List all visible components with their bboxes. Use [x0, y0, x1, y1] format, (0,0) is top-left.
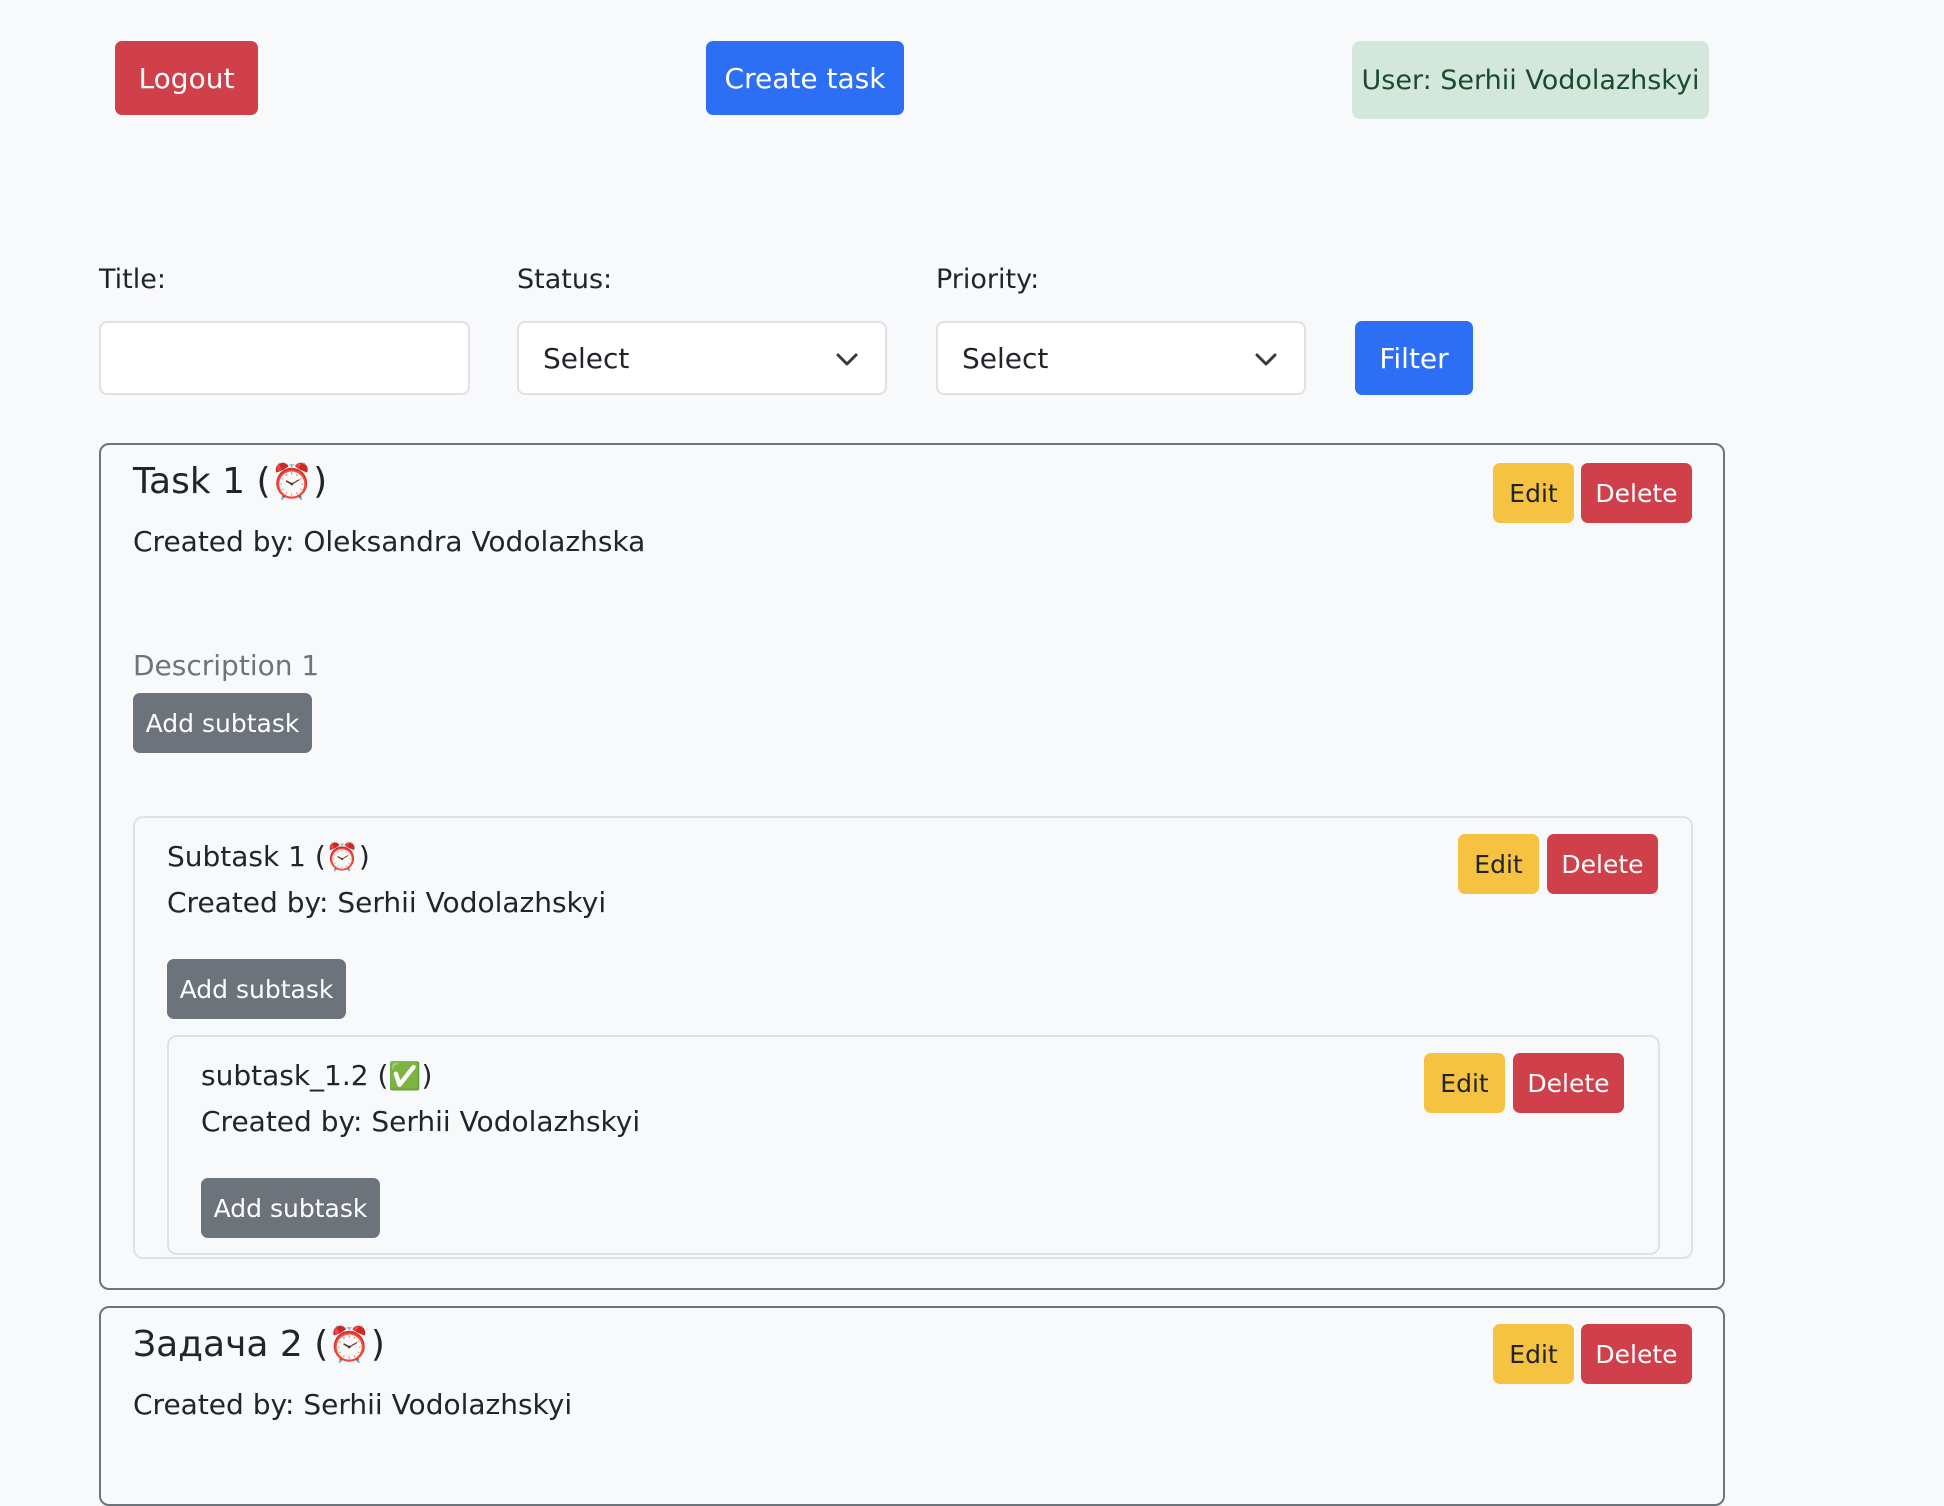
chevron-down-icon [1255, 353, 1277, 366]
priority-filter-select[interactable]: Select [936, 321, 1306, 395]
subtask-created-by: Created by: Serhii Vodolazhskyi [201, 1105, 641, 1138]
delete-button[interactable]: Delete [1581, 463, 1692, 523]
task-created-by: Created by: Oleksandra Vodolazhska [133, 525, 646, 558]
task-created-by: Created by: Serhii Vodolazhskyi [133, 1388, 573, 1421]
create-task-button[interactable]: Create task [706, 41, 904, 115]
edit-button[interactable]: Edit [1493, 463, 1574, 523]
subtask-title: subtask_1.2 (✅) [201, 1059, 433, 1092]
status-filter-label: Status: [517, 264, 613, 295]
filter-button[interactable]: Filter [1355, 321, 1473, 395]
subtask-card: subtask_1.2 (✅) Edit Delete Created by: … [167, 1035, 1660, 1255]
add-subtask-button[interactable]: Add subtask [133, 693, 312, 753]
task-title: Задача 2 (⏰) [133, 1324, 385, 1365]
add-subtask-button[interactable]: Add subtask [201, 1178, 380, 1238]
priority-select-value: Select [962, 341, 1049, 375]
subtask-card: Subtask 1 (⏰) Edit Delete Created by: Se… [133, 816, 1693, 1259]
task-title: Task 1 (⏰) [133, 461, 328, 502]
chevron-down-icon [836, 353, 858, 366]
delete-button[interactable]: Delete [1581, 1324, 1692, 1384]
status-select-value: Select [543, 341, 630, 375]
priority-filter-label: Priority: [936, 264, 1040, 295]
subtask-title: Subtask 1 (⏰) [167, 840, 370, 873]
edit-button[interactable]: Edit [1458, 834, 1539, 894]
check-mark-icon: ✅ [388, 1061, 422, 1092]
logout-button[interactable]: Logout [115, 41, 258, 115]
status-filter-select[interactable]: Select [517, 321, 887, 395]
title-filter-label: Title: [99, 264, 166, 295]
add-subtask-button[interactable]: Add subtask [167, 959, 346, 1019]
alarm-clock-icon: ⏰ [270, 462, 314, 502]
delete-button[interactable]: Delete [1547, 834, 1658, 894]
title-filter-input[interactable] [99, 321, 470, 395]
current-user-badge: User: Serhii Vodolazhskyi [1352, 41, 1709, 119]
subtask-created-by: Created by: Serhii Vodolazhskyi [167, 886, 607, 919]
alarm-clock-icon: ⏰ [325, 842, 359, 873]
delete-button[interactable]: Delete [1513, 1053, 1624, 1113]
edit-button[interactable]: Edit [1493, 1324, 1574, 1384]
task-card: Task 1 (⏰) Edit Delete Created by: Oleks… [99, 443, 1725, 1290]
task-card: Задача 2 (⏰) Edit Delete Created by: Ser… [99, 1306, 1725, 1506]
alarm-clock-icon: ⏰ [328, 1325, 371, 1365]
edit-button[interactable]: Edit [1424, 1053, 1505, 1113]
task-description: Description 1 [133, 649, 320, 682]
